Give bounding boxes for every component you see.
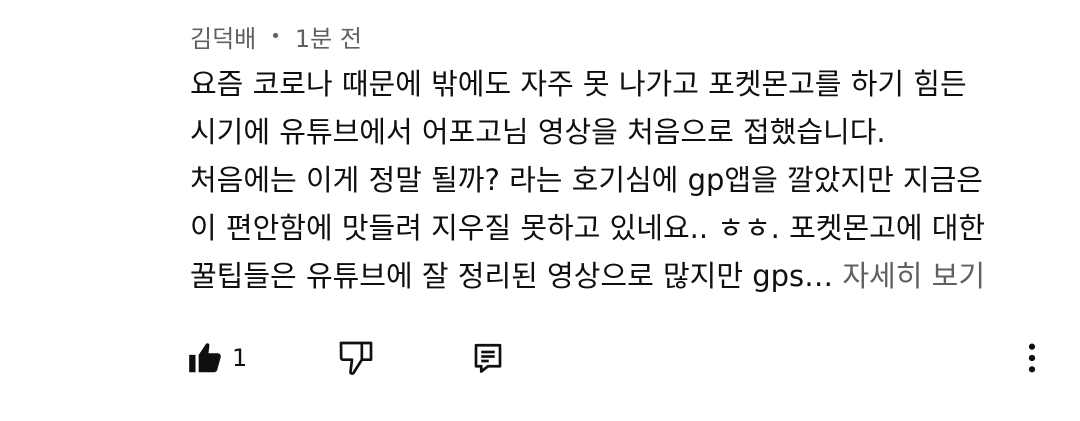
comment-line-text: 꿀팁들은 유튜브에 잘 정리된 영상으로 많지만 gps… bbox=[190, 259, 843, 293]
dislike-button[interactable] bbox=[336, 330, 376, 386]
comment-header: 김덕배 • 1분 전 bbox=[190, 18, 362, 54]
comment-author[interactable]: 김덕배 bbox=[190, 19, 256, 54]
comment-time: 1분 전 bbox=[294, 24, 362, 53]
reply-button[interactable] bbox=[470, 330, 506, 386]
like-count: 1 bbox=[232, 344, 248, 372]
comment-line: 이 편안함에 맛들려 지우질 못하고 있네요.. ㅎㅎ. 포켓몬고에 대한 bbox=[190, 211, 986, 245]
comment-menu-button[interactable] bbox=[1012, 330, 1052, 386]
comment-line: 처음에는 이게 정말 될까? 라는 호기심에 gp앱을 깔았지만 지금은 bbox=[190, 163, 983, 197]
comment-item: 김덕배 • 1분 전 요즘 코로나 때문에 밖에도 자주 못 나가고 포켓몬고를… bbox=[0, 0, 1080, 421]
comment-actions: 1 bbox=[0, 330, 1080, 386]
thumbs-down-icon bbox=[336, 338, 376, 378]
comment-body: 요즘 코로나 때문에 밖에도 자주 못 나가고 포켓몬고를 하기 힘든 시기에 … bbox=[190, 60, 1050, 300]
read-more-link[interactable]: 자세히 보기 bbox=[842, 259, 985, 293]
meta-separator: • bbox=[270, 25, 281, 47]
thumbs-up-icon bbox=[186, 339, 224, 377]
comment-line: 요즘 코로나 때문에 밖에도 자주 못 나가고 포켓몬고를 하기 힘든 bbox=[190, 67, 967, 101]
comment-line: 시기에 유튜브에서 어포고님 영상을 처음으로 접했습니다. bbox=[190, 115, 886, 149]
reply-comment-icon bbox=[470, 340, 506, 376]
like-button[interactable]: 1 bbox=[186, 330, 247, 386]
more-vertical-icon bbox=[1026, 341, 1038, 375]
comment-line-last: 꿀팁들은 유튜브에 잘 정리된 영상으로 많지만 gps… 자세히 보기 bbox=[190, 252, 1050, 300]
